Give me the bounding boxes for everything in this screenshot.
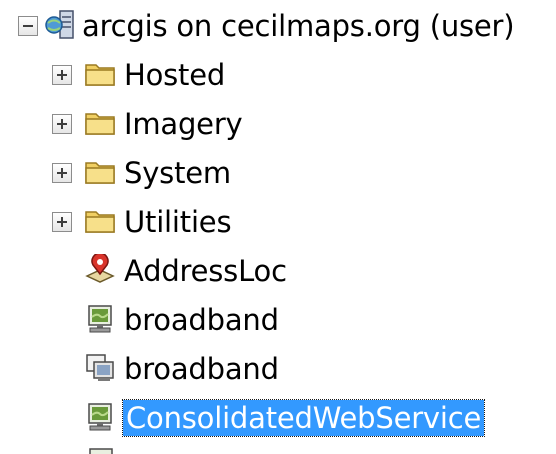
expand-toggle[interactable] (52, 114, 72, 134)
tree-node-service-consolidated[interactable]: ConsolidatedWebService (0, 396, 556, 442)
feature-service-icon (86, 354, 114, 381)
tree-node-service-broadband-map[interactable]: broadband (0, 298, 340, 344)
tree-node-folder-hosted[interactable]: Hosted (0, 53, 300, 99)
catalog-tree: arcgis on cecilmaps.org (user) Hosted Im… (0, 0, 556, 454)
tree-node-root[interactable]: arcgis on cecilmaps.org (user) (0, 4, 556, 50)
tree-node-folder-system[interactable]: System (0, 151, 300, 197)
folder-icon (85, 64, 115, 86)
tree-node-label: Utilities (124, 205, 232, 239)
map-service-icon (88, 305, 112, 333)
folder-icon (85, 113, 115, 135)
folder-icon (85, 162, 115, 184)
tree-node-folder-utilities[interactable]: Utilities (0, 200, 300, 246)
geocode-service-icon (85, 254, 115, 283)
server-connection-icon (45, 10, 74, 39)
tree-node-label: AddressLoc (124, 254, 287, 288)
tree-node-label: broadband (124, 352, 279, 386)
expand-toggle[interactable] (52, 212, 72, 232)
map-service-icon (89, 448, 113, 454)
expand-toggle[interactable] (52, 65, 72, 85)
tree-node-service-addressloc[interactable]: AddressLoc (0, 249, 340, 295)
tree-node-label: arcgis on cecilmaps.org (user) (82, 9, 515, 43)
folder-icon (85, 211, 115, 233)
map-service-icon (88, 403, 112, 431)
tree-node-label: Imagery (124, 107, 243, 141)
tree-node-label: System (124, 156, 231, 190)
collapse-toggle[interactable] (18, 16, 38, 36)
expand-toggle[interactable] (52, 163, 72, 183)
tree-node-service-broadband-feature[interactable]: broadband (0, 347, 340, 393)
tree-node-label: Hosted (124, 58, 226, 92)
tree-node-folder-imagery[interactable]: Imagery (0, 102, 300, 148)
tree-node-label-selected: ConsolidatedWebService (121, 399, 486, 437)
tree-node-label: broadband (124, 303, 279, 337)
